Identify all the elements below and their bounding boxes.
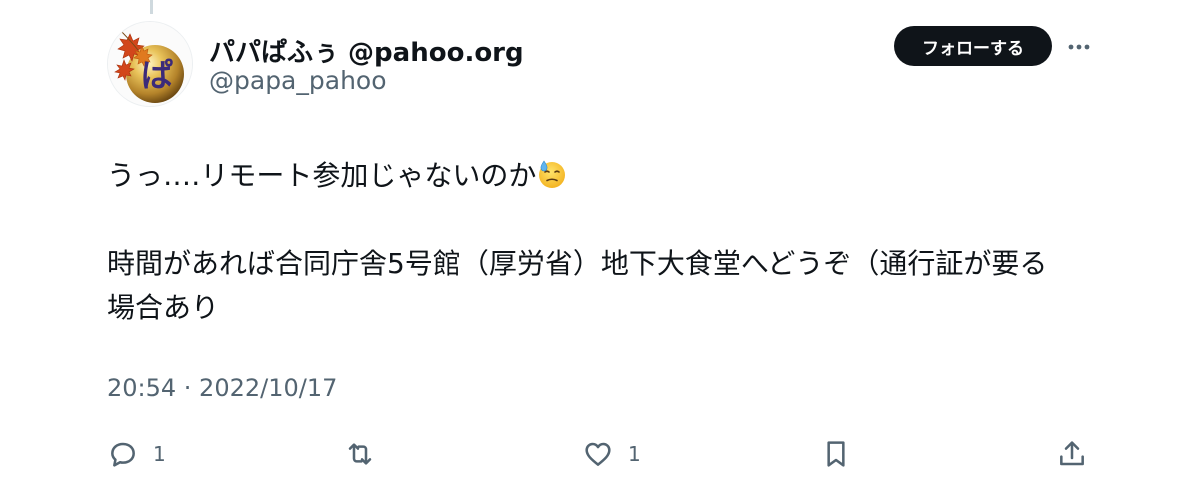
bookmark-icon [827,441,845,467]
thread-connector-line [150,0,153,14]
reply-icon [111,442,135,467]
tweet-text-line-1-content: うっ‥‥リモート参加じゃないのか [107,159,537,192]
svg-text:ぱ: ぱ [141,56,173,94]
more-options-button[interactable] [1062,30,1096,64]
author-display-name[interactable]: パパぱふぅ @pahoo.org [209,32,524,69]
reply-count: 1 [153,442,166,466]
like-button[interactable]: 1 [582,436,641,472]
tweet-timestamp[interactable]: 20:54 · 2022/10/17 [107,374,337,402]
retweet-button[interactable] [344,436,376,472]
tweet-text-line-3: 場合あり [107,291,220,324]
retweet-icon [348,443,372,465]
reply-button[interactable]: 1 [107,436,166,472]
like-count: 1 [628,442,641,466]
tweet-text-line-2: 時間があれば合同庁舎5号館（厚労省）地下大食堂へどうぞ（通行証が要る [107,247,1048,280]
tweet-text-line-1: うっ‥‥リモート参加じゃないのか [107,154,1097,198]
heart-icon [585,442,611,466]
share-button[interactable] [1056,436,1088,472]
tweet-card: ぱ パパぱふぅ @pahoo.org @papa_pahoo フォローする うっ… [0,0,1200,477]
share-icon [1060,441,1084,466]
avatar[interactable]: ぱ [107,21,193,107]
follow-button[interactable]: フォローする [894,26,1052,66]
downcast-face-with-sweat-icon [539,160,566,188]
avatar-image: ぱ [108,22,192,106]
more-dots-icon [1068,44,1090,50]
tweet-text: うっ‥‥リモート参加じゃないのか 時間があれば合同庁舎5号館（厚労省）地下大食堂… [107,154,1097,330]
author-handle[interactable]: @papa_pahoo [209,66,387,95]
bookmark-button[interactable] [820,436,852,472]
